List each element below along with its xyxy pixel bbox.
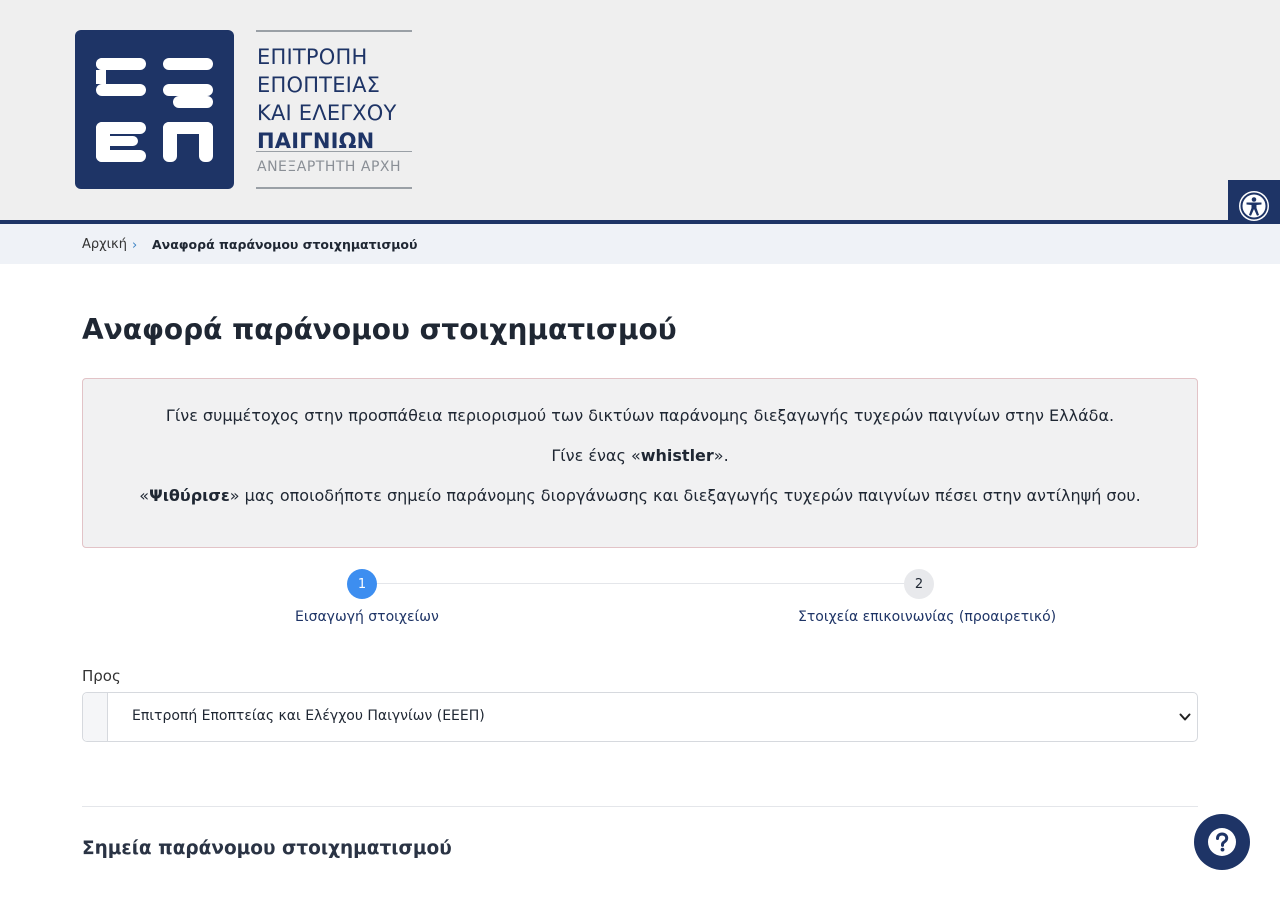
step-1-indicator[interactable]: 1 — [347, 569, 377, 599]
step-2-label[interactable]: Στοιχεία επικοινωνίας (προαιρετικό) — [798, 609, 1056, 625]
logo-mark — [75, 30, 234, 189]
logo-rule-bottom — [256, 187, 412, 189]
info-p2-after: ». — [713, 446, 729, 465]
section-title: Σημεία παράνομου στοιχηματισμού — [82, 838, 452, 859]
logo-line-3: ΚΑΙ ΕΛΕΓΧΟΥ — [257, 101, 397, 125]
eeep-logo[interactable]: ΕΠΙΤΡΟΠΗ ΕΠΟΠΤΕΙΑΣ ΚΑΙ ΕΛΕΓΧΟΥ ΠΑΙΓΝΙΩΝ … — [75, 30, 415, 190]
site-header: ΕΠΙΤΡΟΠΗ ΕΠΟΠΤΕΙΑΣ ΚΑΙ ΕΛΕΓΧΟΥ ΠΑΙΓΝΙΩΝ … — [0, 0, 1280, 220]
question-mark-icon — [1208, 828, 1236, 856]
info-p3-before: « — [139, 486, 150, 505]
info-p3-bold: Ψιθύρισε — [149, 486, 230, 505]
to-select[interactable]: Επιτροπή Εποπτείας και Ελέγχου Παιγνίων … — [82, 692, 1198, 742]
logo-wordmark: ΕΠΙΤΡΟΠΗ ΕΠΟΠΤΕΙΑΣ ΚΑΙ ΕΛΕΓΧΟΥ ΠΑΙΓΝΙΩΝ … — [256, 30, 412, 190]
logo-rule-top — [256, 30, 412, 32]
info-box: Γίνε συμμέτοχος στην προσπάθεια περιορισ… — [82, 378, 1198, 548]
step-2-indicator[interactable]: 2 — [904, 569, 934, 599]
logo-mark-graphic — [96, 58, 213, 162]
chevron-down-icon[interactable] — [1179, 710, 1191, 724]
section-divider — [82, 806, 1198, 807]
info-paragraph-1: Γίνε συμμέτοχος στην προσπάθεια περιορισ… — [165, 406, 1115, 425]
select-prefix-addon — [83, 693, 108, 741]
breadcrumb-current: Αναφορά παράνομου στοιχηματισμού — [152, 237, 418, 252]
info-paragraph-2: Γίνε ένας «whistler». — [83, 446, 1197, 465]
breadcrumb-chevron-icon: › — [132, 238, 138, 253]
page-title: Αναφορά παράνομου στοιχηματισμού — [82, 313, 677, 346]
step-1-label[interactable]: Εισαγωγή στοιχείων — [295, 609, 439, 625]
to-field-label: Προς — [82, 667, 121, 685]
accessibility-icon — [1239, 191, 1269, 221]
logo-line-2: ΕΠΟΠΤΕΙΑΣ — [257, 73, 381, 97]
breadcrumb-home-link[interactable]: Αρχική — [82, 237, 127, 252]
logo-line-1: ΕΠΙΤΡΟΠΗ — [257, 45, 368, 69]
help-button[interactable] — [1194, 814, 1250, 870]
info-p2-before: Γίνε ένας « — [551, 446, 641, 465]
info-p3-after: » μας οποιοδήποτε σημείο παράνομης διοργ… — [229, 486, 1141, 505]
breadcrumb: Αρχική › Αναφορά παράνομου στοιχηματισμο… — [0, 224, 1280, 264]
logo-subtitle: ΑΝΕΞΑΡΤΗΤΗ ΑΡΧΗ — [257, 159, 402, 175]
stepper-connector — [362, 583, 918, 584]
to-select-value[interactable]: Επιτροπή Εποπτείας και Ελέγχου Παιγνίων … — [132, 708, 485, 724]
logo-rule-mid — [256, 151, 412, 152]
info-paragraph-3: «Ψιθύρισε» μας οποιοδήποτε σημείο παράνο… — [83, 486, 1197, 505]
info-p2-bold: whistler — [640, 446, 714, 465]
